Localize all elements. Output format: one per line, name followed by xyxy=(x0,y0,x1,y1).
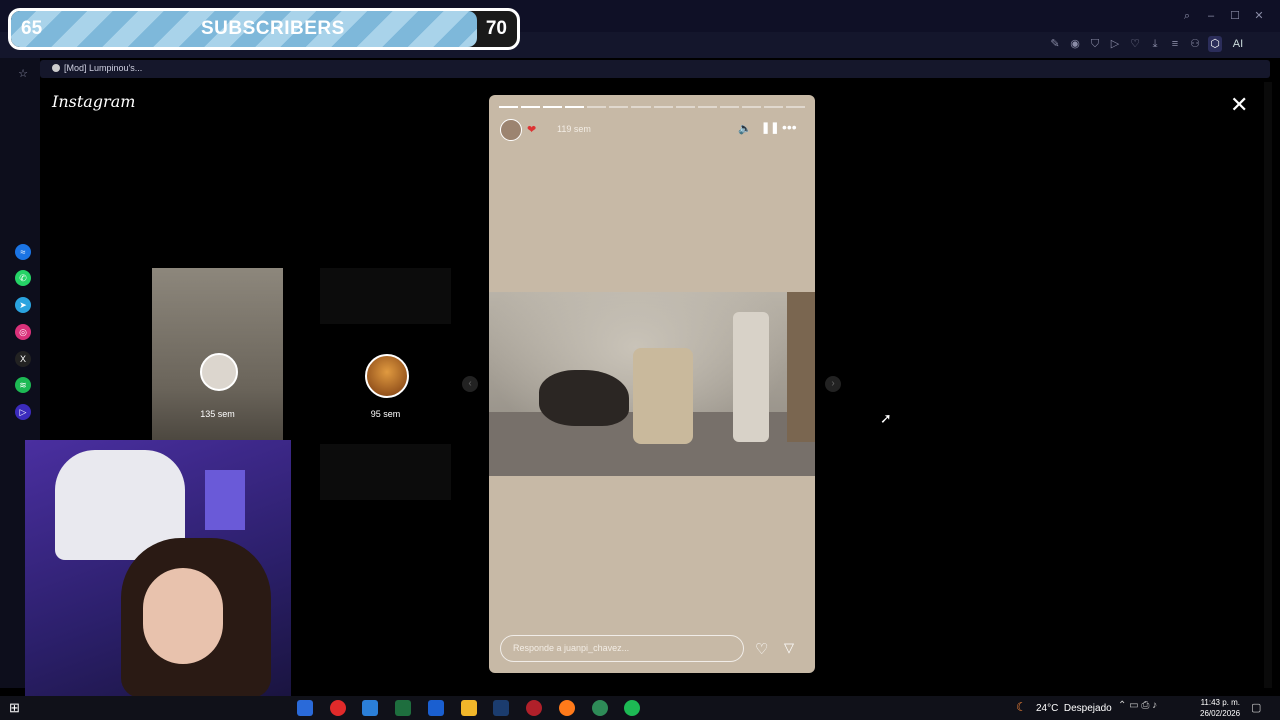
avatar[interactable] xyxy=(500,119,522,141)
story-progress-segment xyxy=(697,106,717,108)
zookeeper-person xyxy=(733,312,769,442)
player-icon[interactable]: ▷ xyxy=(15,404,31,420)
avatar xyxy=(365,354,409,398)
story-progress-segment xyxy=(565,106,585,108)
story-progress-segment xyxy=(631,106,651,108)
instagram-icon[interactable]: ◎ xyxy=(15,324,31,340)
more-options-icon[interactable]: ••• xyxy=(782,119,797,135)
play-icon[interactable]: ▷ xyxy=(1108,36,1122,52)
search-icon[interactable]: ⌕ xyxy=(1180,8,1194,24)
instagram-logo[interactable]: Instagram xyxy=(52,92,135,111)
poster xyxy=(205,470,245,530)
steam-icon[interactable] xyxy=(493,700,509,716)
close-window-icon[interactable]: ✕ xyxy=(1252,8,1266,24)
cage xyxy=(787,292,815,442)
weather-icon: ☾ xyxy=(1016,700,1027,714)
pause-icon[interactable]: ❚❚ xyxy=(761,121,779,134)
download-icon[interactable]: ⤓ xyxy=(1148,36,1162,52)
cursor-icon: ➚ xyxy=(880,410,892,426)
previous-story-button[interactable]: ‹ xyxy=(462,376,478,392)
tab-favicon-icon xyxy=(52,64,60,72)
reply-input[interactable]: Responde a juanpi_chavez... xyxy=(500,635,744,662)
folder-icon[interactable] xyxy=(461,700,477,716)
heart-icon[interactable]: ♡ xyxy=(1128,36,1142,52)
app-icon[interactable] xyxy=(592,700,608,716)
story-progress-segment xyxy=(763,106,784,108)
edit-icon[interactable]: ✎ xyxy=(1048,36,1062,52)
menu-icon[interactable]: ≡ xyxy=(1168,36,1182,52)
copilot-icon[interactable] xyxy=(297,700,313,716)
system-tray-icons[interactable]: ⌃ ▭ ⎙ ♪ xyxy=(1118,700,1157,711)
thumbnail-time: 95 sem xyxy=(370,409,401,419)
story-progress-segment xyxy=(786,106,806,108)
story-progress-segment xyxy=(719,106,739,108)
whatsapp-icon[interactable]: ✆ xyxy=(15,270,31,286)
story-progress-segment xyxy=(675,106,695,108)
goal-current: 65 xyxy=(21,18,43,39)
camera-icon[interactable]: ◉ xyxy=(1068,36,1082,52)
weather-text[interactable]: 24°C Despejado xyxy=(1036,703,1112,714)
next-story-button[interactable]: › xyxy=(825,376,841,392)
firefox-icon[interactable] xyxy=(559,700,575,716)
excel-icon[interactable] xyxy=(395,700,411,716)
thumbnail-time: 135 sem xyxy=(200,409,235,419)
story-photo xyxy=(489,292,815,476)
clock-time[interactable]: 11:43 p. m. xyxy=(1200,698,1240,707)
close-icon[interactable]: ✕ xyxy=(1230,94,1248,116)
goal-label: SUBSCRIBERS xyxy=(201,18,345,39)
spotify-icon[interactable]: ≋ xyxy=(15,377,31,393)
story-thumbnail[interactable]: 135 sem xyxy=(152,268,283,440)
volume-icon[interactable]: 🔈 xyxy=(738,122,752,135)
scrollbar[interactable] xyxy=(1264,82,1272,688)
webcam-overlay xyxy=(25,440,291,698)
notifications-icon[interactable]: ▢ xyxy=(1251,701,1261,714)
clock-date[interactable]: 26/02/2026 xyxy=(1200,709,1240,718)
story-progress-segment xyxy=(543,106,563,108)
story-progress-segment xyxy=(609,106,629,108)
story-thumbnail[interactable]: 95 sem xyxy=(320,268,451,500)
story-time: 119 sem xyxy=(557,124,591,134)
extension-icon[interactable]: ⬡ xyxy=(1208,36,1222,52)
messenger-icon[interactable]: ≈ xyxy=(15,244,31,260)
telegram-icon[interactable]: ➤ xyxy=(15,297,31,313)
heart-emoji-icon: ❤ xyxy=(527,124,537,136)
avatar xyxy=(200,353,238,391)
subscriber-goal-bar: 65 SUBSCRIBERS 70 xyxy=(8,8,520,50)
profile-icon[interactable]: ⚇ xyxy=(1188,36,1202,52)
x-icon[interactable]: X xyxy=(15,351,31,367)
sea-lion xyxy=(539,370,629,426)
story-card[interactable]: ❤ 119 sem 🔈 ❚❚ ••• Responde a juanpi_cha… xyxy=(489,95,815,673)
shield-icon[interactable]: ⛉ xyxy=(1088,36,1102,52)
opera-icon[interactable] xyxy=(330,700,346,716)
send-icon[interactable]: ▽ xyxy=(784,640,794,656)
spotify-taskbar-icon[interactable] xyxy=(624,700,640,716)
zookeeper-person xyxy=(633,348,693,444)
start-icon[interactable]: ⊞ xyxy=(9,700,20,716)
store-icon[interactable] xyxy=(362,700,378,716)
story-progress-segment xyxy=(499,106,519,108)
story-progress-segment xyxy=(587,106,607,108)
app-icon[interactable] xyxy=(526,700,542,716)
tab-strip: [Mod] Lumpinou's... xyxy=(40,60,1270,78)
story-progress-segment xyxy=(521,106,541,108)
story-progress-bars xyxy=(499,106,806,108)
story-progress-segment xyxy=(741,106,761,108)
goal-target: 70 xyxy=(485,18,507,39)
mail-icon[interactable] xyxy=(428,700,444,716)
story-progress-segment xyxy=(653,106,673,108)
ai-icon[interactable]: AI xyxy=(1228,36,1248,52)
star-icon[interactable]: ☆ xyxy=(16,66,30,82)
streamer-face xyxy=(143,568,223,664)
minimize-icon[interactable]: – xyxy=(1204,8,1218,24)
tab-title[interactable]: [Mod] Lumpinou's... xyxy=(64,63,142,73)
maximize-icon[interactable]: ☐ xyxy=(1228,8,1242,24)
like-icon[interactable]: ♡ xyxy=(755,640,768,658)
